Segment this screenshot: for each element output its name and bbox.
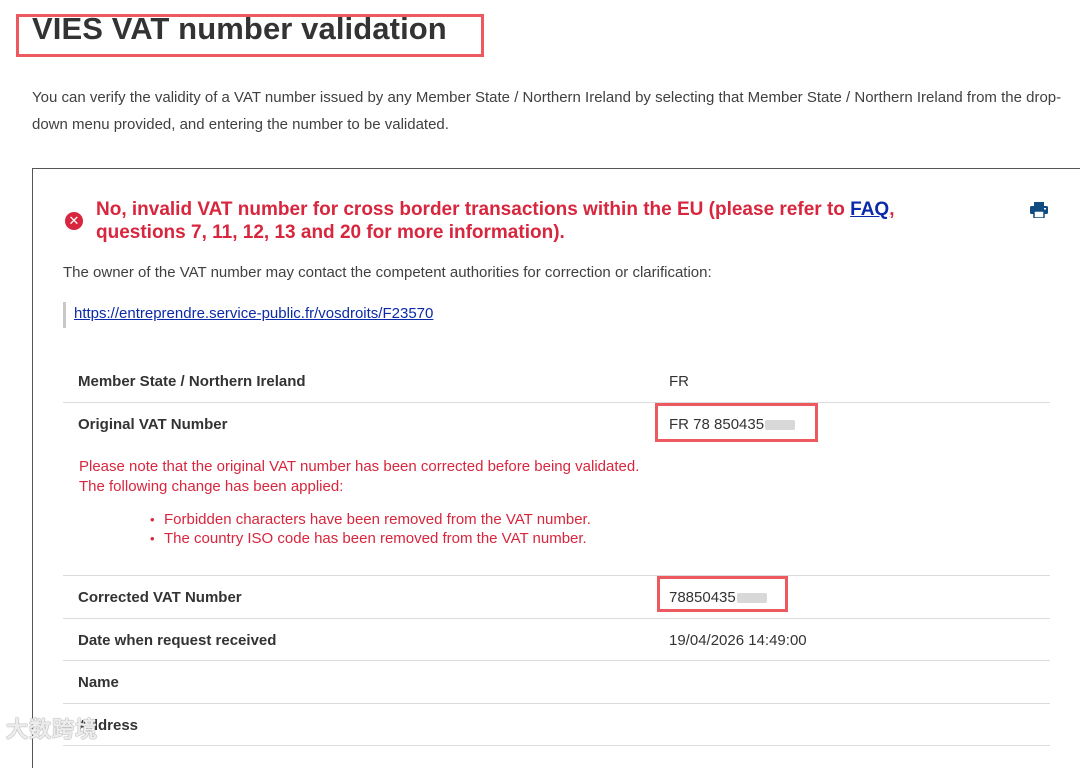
faq-link[interactable]: FAQ [850, 199, 889, 220]
row-divider [63, 618, 1050, 619]
name-label: Name [78, 674, 119, 691]
link-quote-bar [63, 302, 66, 328]
watermark-logo: 大数跨境 [6, 717, 99, 742]
member-state-value: FR [669, 373, 689, 390]
date-received-label: Date when request received [78, 632, 277, 649]
correction-note-line2: The following change has been applied: [79, 478, 344, 495]
date-received-value: 19/04/2026 14:49:00 [669, 632, 807, 649]
correction-note: Please note that the original VAT number… [79, 457, 639, 497]
change-list: Forbidden characters have been removed f… [150, 510, 591, 548]
error-message-prefix: No, invalid VAT number for cross border … [96, 199, 851, 220]
row-divider [63, 660, 1050, 661]
row-divider [63, 745, 1050, 746]
list-item: The country ISO code has been removed fr… [150, 529, 591, 548]
intro-text: You can verify the validity of a VAT num… [32, 89, 1062, 133]
original-vat-label: Original VAT Number [78, 416, 228, 433]
original-vat-highlight [655, 403, 818, 442]
error-message: No, invalid VAT number for cross border … [96, 199, 946, 244]
corrected-vat-highlight [657, 576, 788, 612]
page-title: VIES VAT number validation [32, 11, 447, 46]
correction-note-line1: Please note that the original VAT number… [79, 458, 640, 475]
owner-note: The owner of the VAT number may contact … [63, 264, 712, 281]
corrected-vat-label: Corrected VAT Number [78, 589, 242, 606]
row-divider [63, 402, 1050, 403]
list-item: Forbidden characters have been removed f… [150, 510, 591, 529]
member-state-label: Member State / Northern Ireland [78, 373, 306, 390]
row-divider [63, 703, 1050, 704]
error-circle-icon: ✕ [65, 212, 83, 230]
print-icon[interactable] [1030, 202, 1048, 218]
row-divider [63, 575, 1050, 576]
authority-link[interactable]: https://entreprendre.service-public.fr/v… [74, 305, 433, 322]
